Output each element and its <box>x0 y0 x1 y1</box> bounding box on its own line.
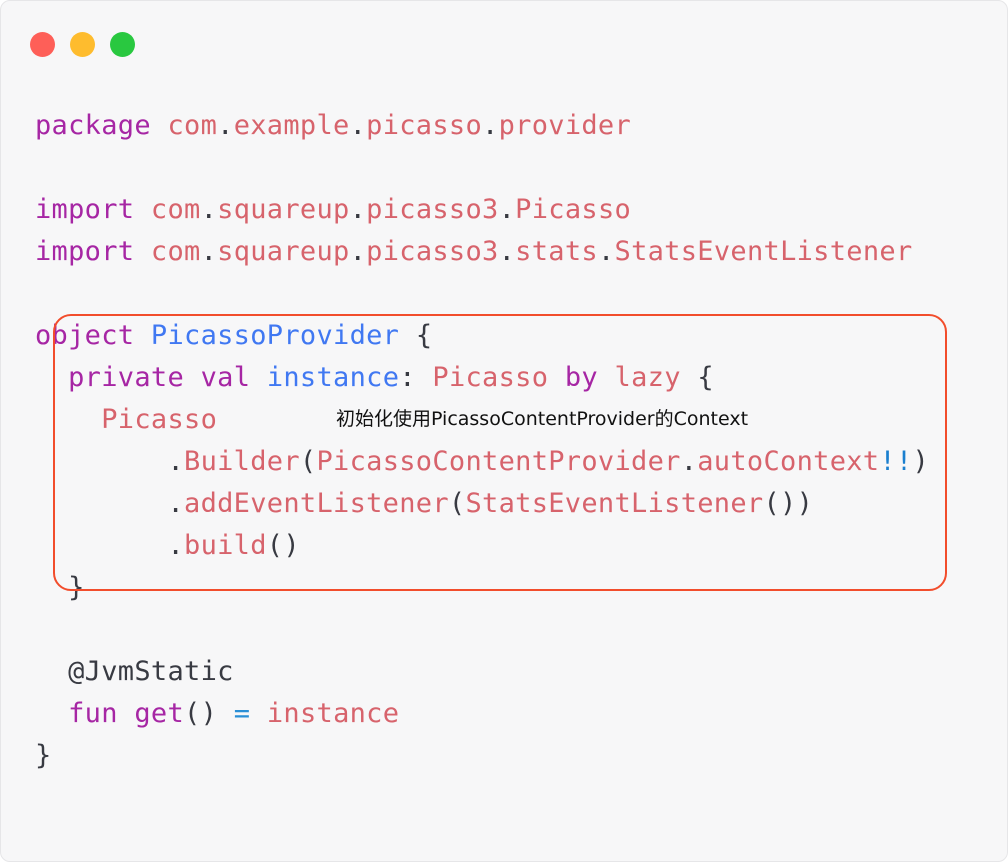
close-dot[interactable] <box>30 32 55 57</box>
code-line-import-stats: import com.squareup.picasso3.stats.Stats… <box>35 236 913 267</box>
code-window: package com.example.picasso.provider imp… <box>0 0 1008 862</box>
zoom-dot[interactable] <box>110 32 135 57</box>
code-line-jvmstatic: @JvmStatic <box>68 656 234 687</box>
annotation-label: 初始化使用PicassoContentProvider的Context <box>336 408 749 430</box>
code-line-close-object: } <box>35 740 52 771</box>
highlight-box <box>53 314 947 591</box>
code-line-get: fun get() = instance <box>68 698 400 729</box>
code-line-import-picasso: import com.squareup.picasso3.Picasso <box>35 194 632 225</box>
code-line-package: package com.example.picasso.provider <box>35 110 632 141</box>
minimize-dot[interactable] <box>70 32 95 57</box>
